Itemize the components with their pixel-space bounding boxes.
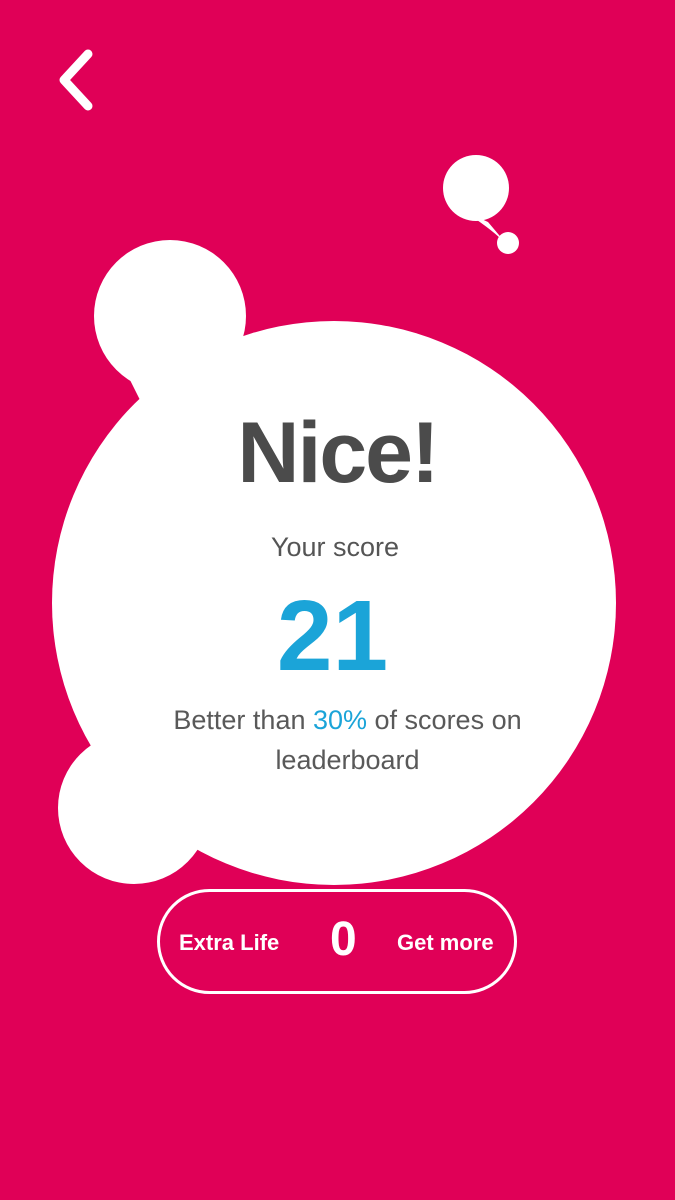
result-title: Nice! bbox=[237, 405, 439, 501]
result-card: Nice! Your score 21 Better than 30% of s… bbox=[0, 0, 675, 1200]
extra-life-count: 0 bbox=[330, 913, 357, 966]
get-more-button[interactable]: Get more bbox=[397, 930, 494, 956]
rank-percent: 30% bbox=[312, 705, 368, 735]
extra-life-label: Extra Life bbox=[179, 930, 280, 955]
leaderboard-rank-text: Better than 30% of scores on leaderboard bbox=[150, 700, 545, 780]
rank-prefix: Better than bbox=[173, 705, 313, 735]
score-value: 21 bbox=[276, 580, 389, 692]
extra-life-panel: Extra Life 0 Get more bbox=[157, 889, 517, 994]
score-label: Your score bbox=[270, 532, 400, 562]
